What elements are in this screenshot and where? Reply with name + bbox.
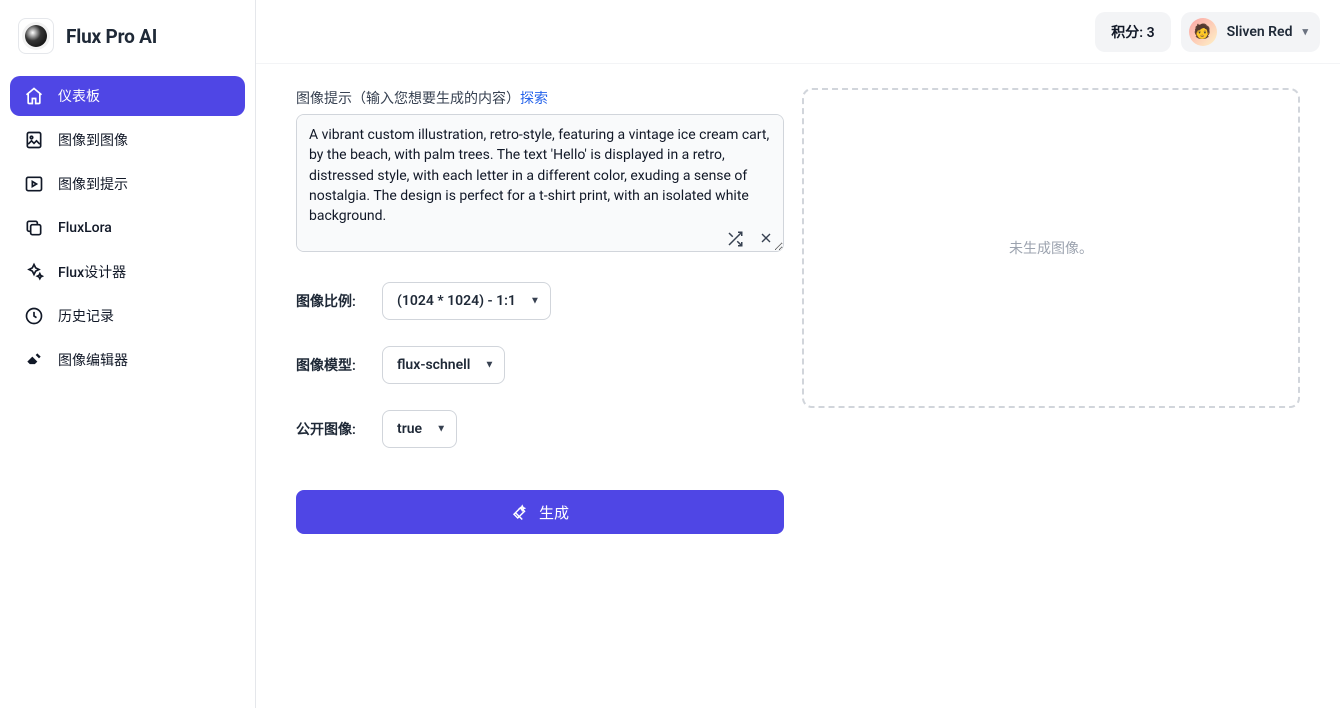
play-square-icon bbox=[24, 174, 44, 194]
sidebar-item-label: 仪表板 bbox=[58, 86, 100, 106]
copy-icon bbox=[24, 218, 44, 238]
home-icon bbox=[24, 86, 44, 106]
prompt-label-row: 图像提示（输入您想要生成的内容）探索 bbox=[296, 88, 784, 108]
prompt-tools bbox=[726, 230, 774, 248]
public-field: 公开图像: true ▼ bbox=[296, 410, 784, 448]
history-icon bbox=[24, 306, 44, 326]
explore-link[interactable]: 探索 bbox=[520, 91, 548, 107]
model-field: 图像模型: flux-schnell ▼ bbox=[296, 346, 784, 384]
sidebar-item-image-to-image[interactable]: 图像到图像 bbox=[10, 120, 245, 160]
chevron-down-icon: ▼ bbox=[485, 360, 495, 371]
model-label: 图像模型: bbox=[296, 355, 364, 375]
ratio-value: (1024 * 1024) - 1:1 bbox=[397, 293, 516, 309]
user-name: Sliven Red bbox=[1227, 24, 1293, 40]
public-value: true bbox=[397, 421, 422, 437]
content: 图像提示（输入您想要生成的内容）探索 图像比例: bbox=[256, 64, 1340, 708]
editor-icon bbox=[24, 350, 44, 370]
ratio-select[interactable]: (1024 * 1024) - 1:1 ▼ bbox=[382, 282, 551, 320]
sparkle-icon bbox=[24, 262, 44, 282]
form-column: 图像提示（输入您想要生成的内容）探索 图像比例: bbox=[296, 88, 784, 684]
sidebar-item-image-editor[interactable]: 图像编辑器 bbox=[10, 340, 245, 380]
sidebar-item-label: 图像到提示 bbox=[58, 174, 128, 194]
ratio-label: 图像比例: bbox=[296, 291, 364, 311]
sidebar-item-flux-designer[interactable]: Flux设计器 bbox=[10, 252, 245, 292]
user-menu[interactable]: 🧑 Sliven Red ▾ bbox=[1181, 12, 1320, 52]
sidebar-item-label: Flux设计器 bbox=[58, 262, 126, 282]
clear-icon[interactable] bbox=[758, 230, 774, 248]
topbar: 积分: 3 🧑 Sliven Red ▾ bbox=[256, 0, 1340, 64]
brand-name: Flux Pro AI bbox=[66, 25, 157, 48]
brand-logo bbox=[18, 18, 54, 54]
sidebar-item-label: 图像编辑器 bbox=[58, 350, 128, 370]
sidebar-item-fluxlora[interactable]: FluxLora bbox=[10, 208, 245, 248]
main: 积分: 3 🧑 Sliven Red ▾ 图像提示（输入您想要生成的内容）探索 bbox=[256, 0, 1340, 708]
credits-badge[interactable]: 积分: 3 bbox=[1095, 12, 1170, 52]
prompt-label: 图像提示（输入您想要生成的内容） bbox=[296, 91, 520, 107]
preview-empty-text: 未生成图像。 bbox=[1009, 238, 1093, 258]
prompt-input[interactable] bbox=[296, 114, 784, 252]
avatar: 🧑 bbox=[1189, 18, 1217, 46]
model-select[interactable]: flux-schnell ▼ bbox=[382, 346, 505, 384]
sidebar-item-dashboard[interactable]: 仪表板 bbox=[10, 76, 245, 116]
sidebar-item-history[interactable]: 历史记录 bbox=[10, 296, 245, 336]
shuffle-icon[interactable] bbox=[726, 230, 744, 248]
image-icon bbox=[24, 130, 44, 150]
prompt-wrap bbox=[296, 114, 784, 256]
wand-icon bbox=[511, 503, 529, 521]
chevron-down-icon: ▾ bbox=[1302, 25, 1308, 38]
preview-panel: 未生成图像。 bbox=[802, 88, 1300, 408]
model-value: flux-schnell bbox=[397, 357, 470, 373]
sidebar: Flux Pro AI 仪表板 图像到图像 图像到提示 bbox=[0, 0, 256, 708]
public-select[interactable]: true ▼ bbox=[382, 410, 457, 448]
sidebar-item-label: 图像到图像 bbox=[58, 130, 128, 150]
public-label: 公开图像: bbox=[296, 419, 364, 439]
brand-row: Flux Pro AI bbox=[10, 18, 245, 76]
chevron-down-icon: ▼ bbox=[530, 296, 540, 307]
generate-label: 生成 bbox=[539, 502, 569, 523]
generate-button[interactable]: 生成 bbox=[296, 490, 784, 534]
ratio-field: 图像比例: (1024 * 1024) - 1:1 ▼ bbox=[296, 282, 784, 320]
sidebar-item-label: FluxLora bbox=[58, 220, 112, 236]
sidebar-nav: 仪表板 图像到图像 图像到提示 FluxLora bbox=[10, 76, 245, 380]
chevron-down-icon: ▼ bbox=[436, 424, 446, 435]
sidebar-item-image-to-prompt[interactable]: 图像到提示 bbox=[10, 164, 245, 204]
sidebar-item-label: 历史记录 bbox=[58, 306, 114, 326]
